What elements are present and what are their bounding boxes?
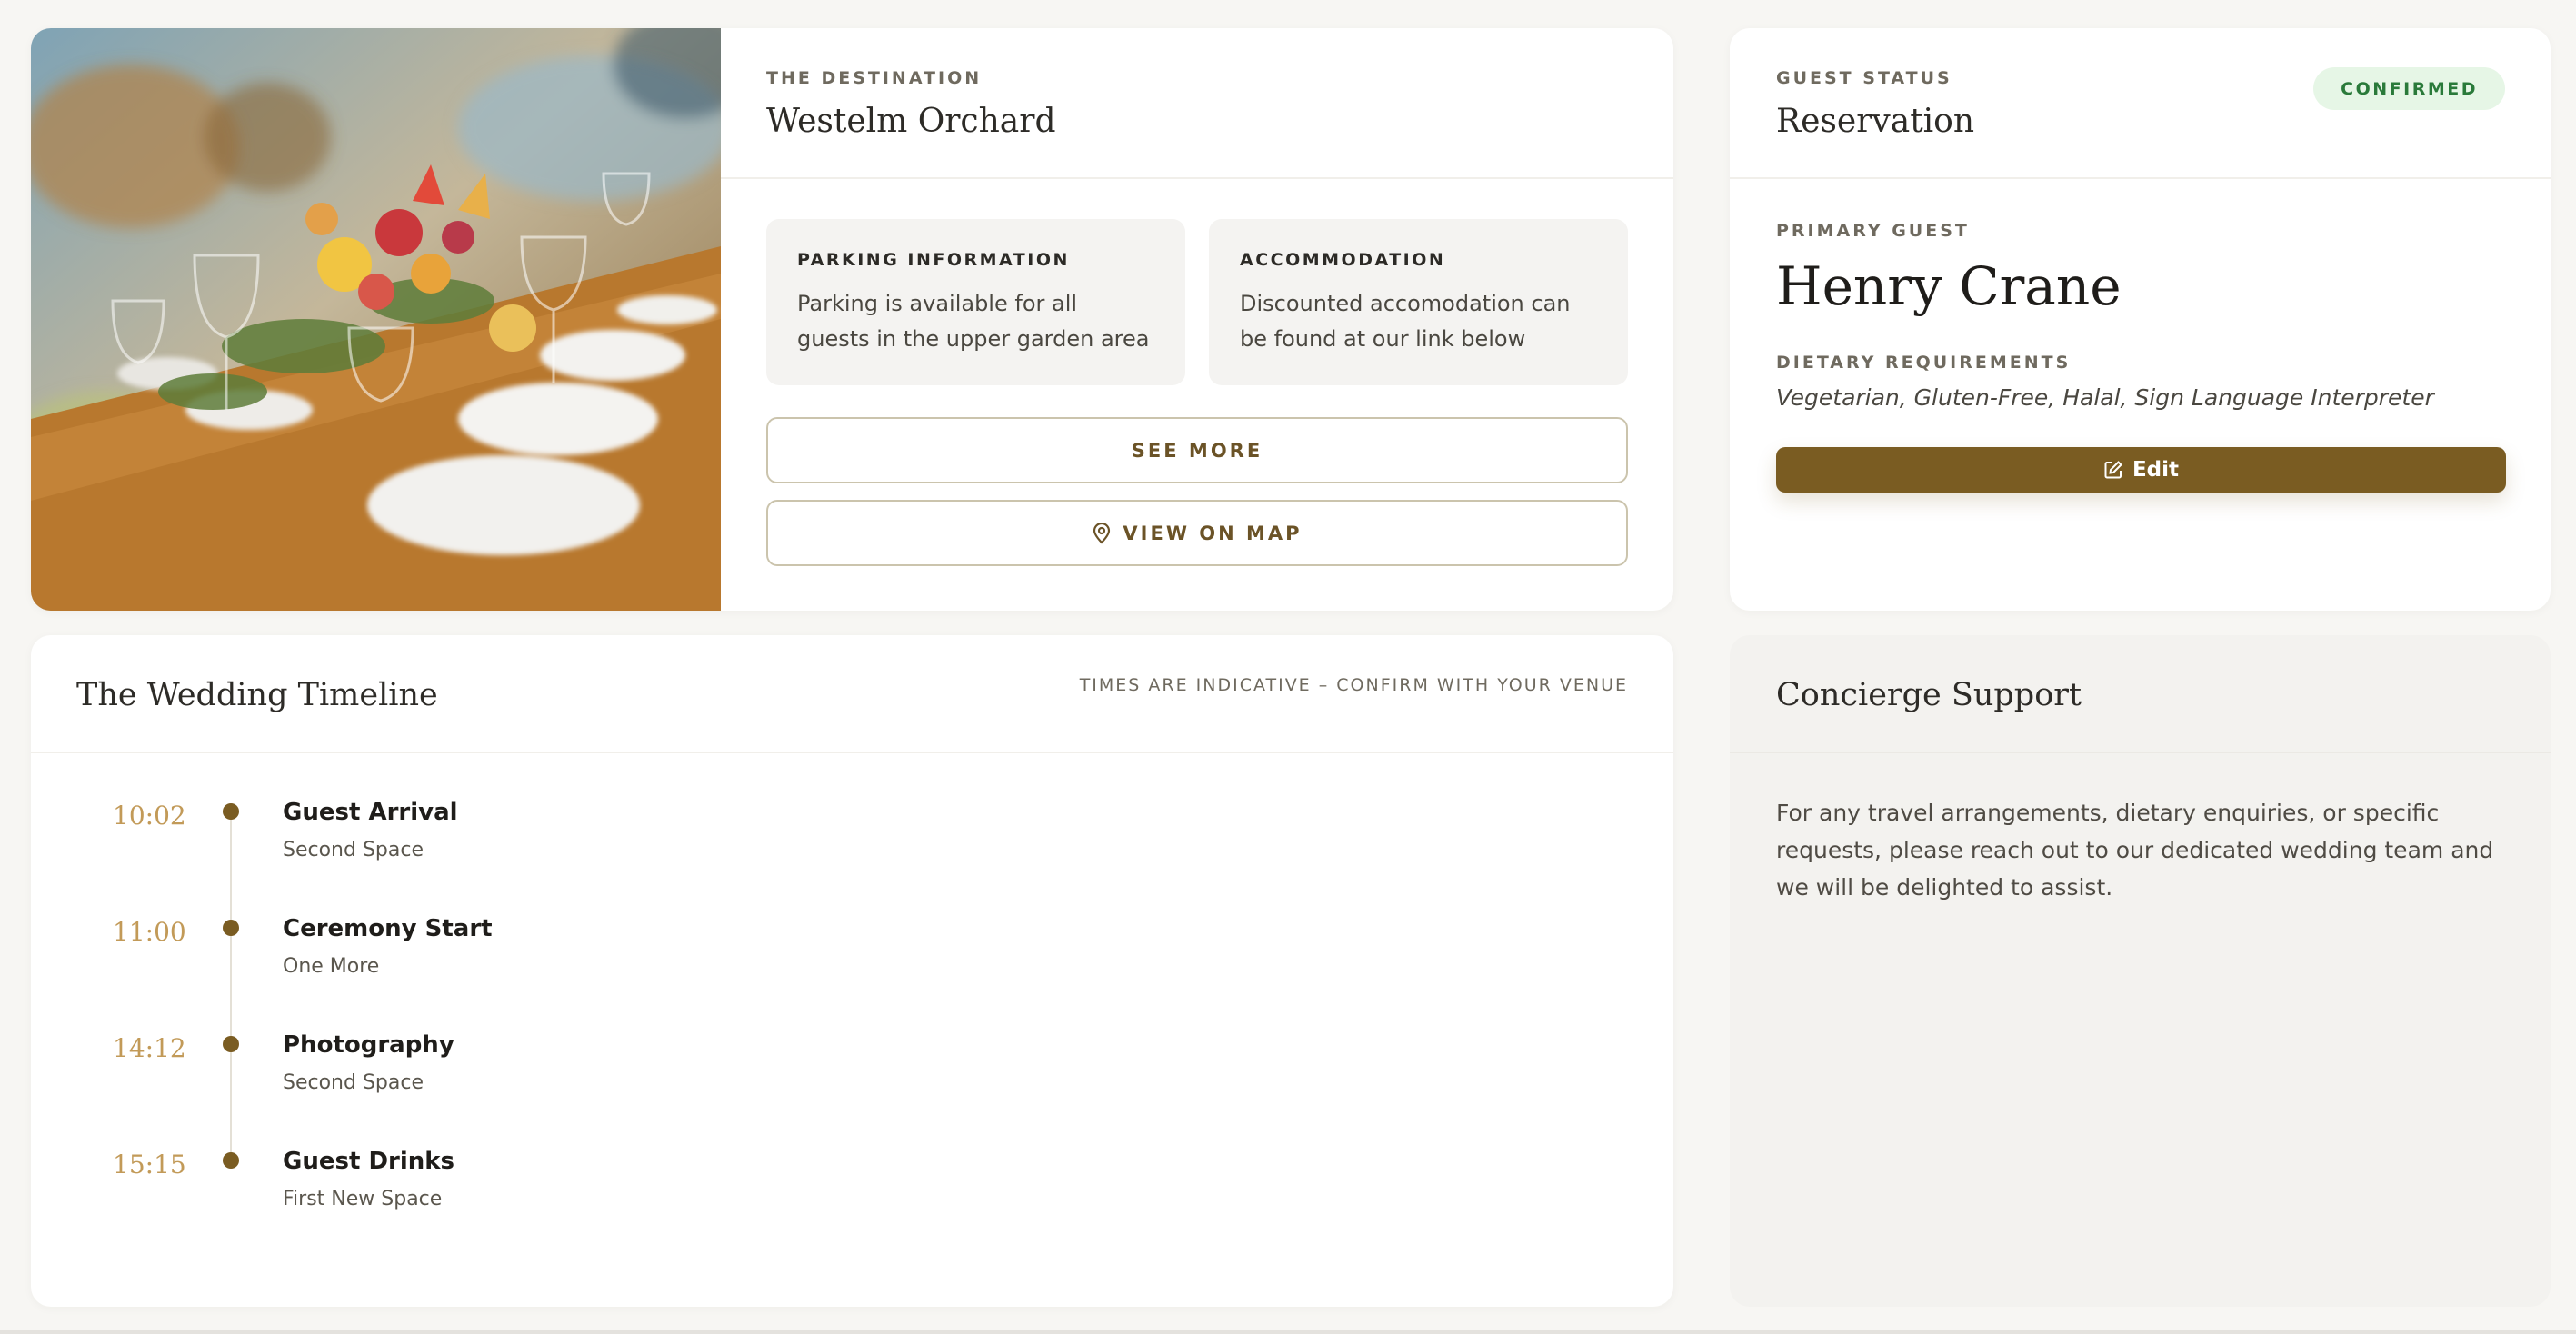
view-on-map-label: VIEW ON MAP [1123,522,1303,544]
timeline-dot [223,1152,239,1169]
divider [721,177,1673,179]
divider [1730,177,2551,179]
see-more-label: SEE MORE [1131,439,1263,462]
dietary-label: DIETARY REQUIREMENTS [1776,353,2072,373]
timeline-event: Guest Drinks [283,1148,455,1175]
timeline-place: First New Space [283,1188,443,1210]
reservation-title: Reservation [1776,103,1975,140]
reservation-card: GUEST STATUS Reservation CONFIRMED PRIMA… [1730,28,2551,611]
wedding-timeline-card: The Wedding Timeline TIMES ARE INDICATIV… [31,635,1673,1307]
timeline-note: TIMES ARE INDICATIVE – CONFIRM WITH YOUR… [1079,675,1628,695]
parking-info-box: PARKING INFORMATION Parking is available… [766,219,1185,385]
destination-eyebrow: THE DESTINATION [766,68,983,88]
primary-guest-label: PRIMARY GUEST [1776,221,1970,241]
concierge-title: Concierge Support [1776,677,2082,713]
edit-label: Edit [2132,458,2180,482]
divider [31,752,1673,753]
timeline-event: Photography [283,1031,454,1059]
destination-card: THE DESTINATION Westelm Orchard PARKING … [31,28,1673,611]
timeline-dot [223,920,239,936]
venue-photo [31,28,721,611]
accommodation-text: Discounted accomodation can be found at … [1240,291,1571,352]
timeline-dot [223,803,239,820]
parking-label: PARKING INFORMATION [797,250,1070,270]
timeline-item: 11:00 Ceremony Start One More [31,915,1673,1026]
see-more-button[interactable]: SEE MORE [766,417,1628,483]
timeline-item: 15:15 Guest Drinks First New Space [31,1148,1673,1259]
map-pin-icon [1092,522,1112,544]
timeline-event: Ceremony Start [283,915,493,942]
timeline-dot [223,1036,239,1052]
page-bottom-edge [0,1330,2576,1334]
timeline-time: 10:02 [113,801,186,831]
accommodation-label: ACCOMMODATION [1240,250,1446,270]
timeline-time: 14:12 [113,1033,186,1063]
timeline-place: One More [283,955,380,978]
edit-icon [2103,460,2123,480]
timeline-item: 10:02 Guest Arrival Second Space [31,799,1673,910]
concierge-text: For any travel arrangements, dietary enq… [1776,800,2494,901]
destination-title: Westelm Orchard [766,103,1056,140]
concierge-support-card: Concierge Support For any travel arrange… [1730,635,2551,1307]
timeline-item: 14:12 Photography Second Space [31,1031,1673,1142]
divider [1730,752,2551,753]
guest-status-eyebrow: GUEST STATUS [1776,68,1952,88]
timeline-time: 11:00 [113,917,186,947]
status-badge: CONFIRMED [2313,67,2505,110]
parking-text: Parking is available for all guests in t… [797,291,1150,352]
timeline-title: The Wedding Timeline [76,677,438,713]
view-on-map-button[interactable]: VIEW ON MAP [766,500,1628,566]
dietary-requirements: Vegetarian, Gluten-Free, Halal, Sign Lan… [1776,384,2434,411]
timeline-event: Guest Arrival [283,799,458,826]
timeline-place: Second Space [283,1071,424,1094]
edit-button[interactable]: Edit [1776,447,2506,493]
timeline-time: 15:15 [113,1150,186,1180]
timeline-place: Second Space [283,839,424,861]
accommodation-info-box: ACCOMMODATION Discounted accomodation ca… [1209,219,1628,385]
primary-guest-name: Henry Crane [1776,255,2122,317]
